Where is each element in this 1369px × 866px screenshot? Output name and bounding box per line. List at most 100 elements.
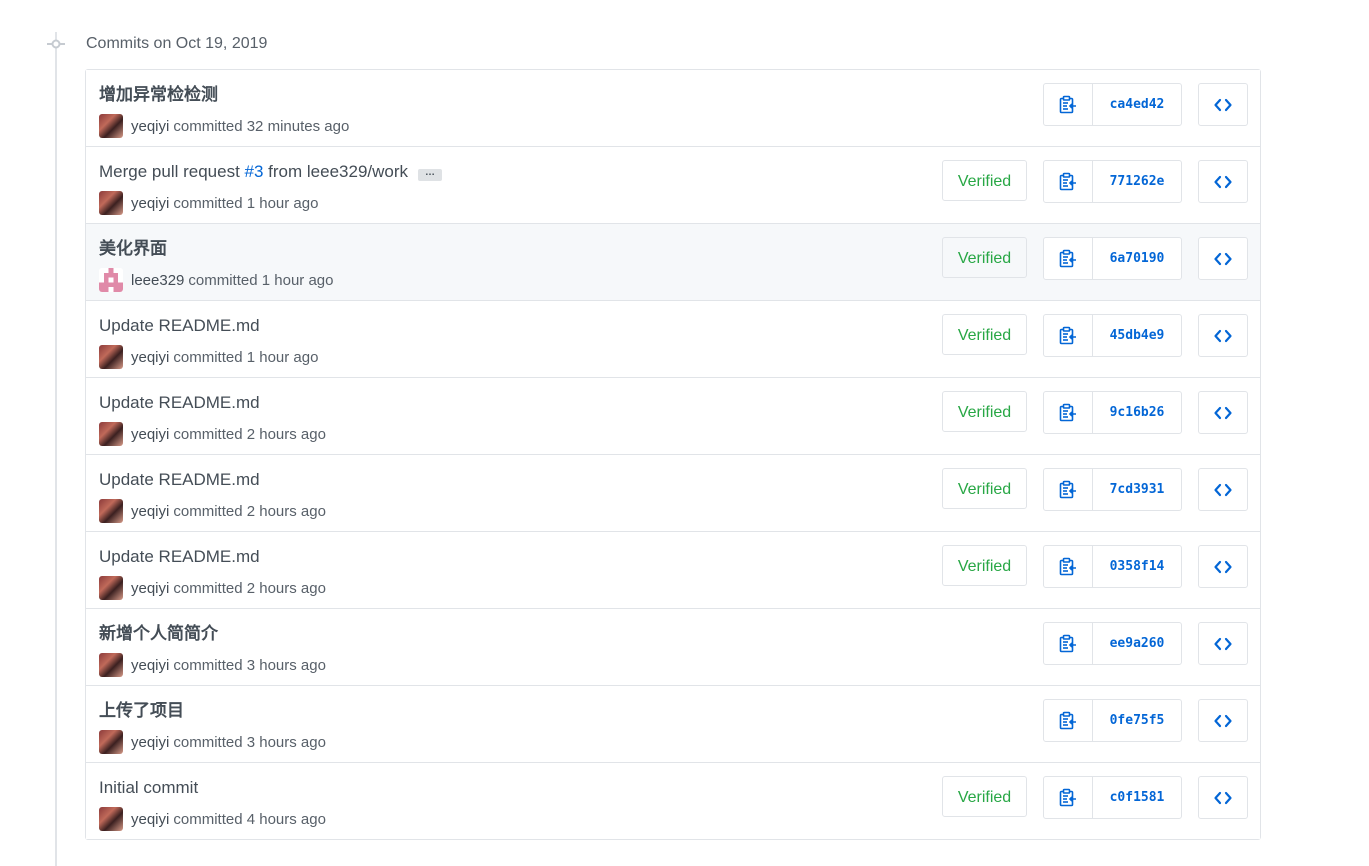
commit-message-link[interactable]: 美化界面: [99, 239, 167, 258]
commit-sha-link[interactable]: 9c16b26: [1093, 392, 1181, 433]
commit-row: Update README.md yeqiyi committed 2 hours …: [86, 377, 1260, 454]
avatar[interactable]: [99, 730, 123, 754]
committed-label: committed: [173, 348, 243, 366]
commit-time: 1 hour ago: [261, 271, 334, 289]
avatar[interactable]: [99, 268, 123, 292]
author-link[interactable]: yeqiyi: [131, 349, 169, 366]
commit-message-suffix[interactable]: from leee329/work: [263, 162, 408, 181]
verified-badge[interactable]: Verified: [942, 776, 1027, 817]
author-link[interactable]: yeqiyi: [131, 734, 169, 751]
browse-repo-button[interactable]: [1198, 545, 1248, 588]
avatar[interactable]: [99, 422, 123, 446]
browse-repo-button[interactable]: [1198, 160, 1248, 203]
commit-sha-link[interactable]: 7cd3931: [1093, 469, 1181, 510]
commit-message-link[interactable]: Update README.md: [99, 393, 260, 412]
commit-meta: yeqiyi committed 1 hour ago: [99, 191, 318, 215]
browse-repo-button[interactable]: [1198, 314, 1248, 357]
code-icon: [1214, 175, 1232, 189]
copy-sha-button[interactable]: [1044, 315, 1093, 356]
commit-sha-link[interactable]: c0f1581: [1093, 777, 1181, 818]
code-icon: [1214, 560, 1232, 574]
avatar[interactable]: [99, 191, 123, 215]
commit-row: 新增个人简简介 yeqiyi committed 3 hours ago ee9a26…: [86, 608, 1260, 685]
commit-message-link[interactable]: 新增个人简简介: [99, 624, 218, 643]
issue-link[interactable]: #3: [245, 162, 264, 181]
commit-meta: yeqiyi committed 4 hours ago: [99, 807, 326, 831]
author-link[interactable]: yeqiyi: [131, 426, 169, 443]
author-link[interactable]: yeqiyi: [131, 195, 169, 212]
commit-title: Merge pull request #3 from leee329/work …: [99, 161, 443, 183]
copy-sha-button[interactable]: [1044, 84, 1093, 125]
copy-sha-button[interactable]: [1044, 623, 1093, 664]
browse-repo-button[interactable]: [1198, 83, 1248, 126]
verified-badge[interactable]: Verified: [942, 468, 1027, 509]
commit-node-icon: [47, 39, 65, 49]
commit-message-link[interactable]: Update README.md: [99, 316, 260, 335]
commit-sha-link[interactable]: 45db4e9: [1093, 315, 1181, 356]
avatar[interactable]: [99, 807, 123, 831]
author-link[interactable]: yeqiyi: [131, 811, 169, 828]
commit-message-link[interactable]: Initial commit: [99, 778, 198, 797]
copy-sha-button[interactable]: [1044, 469, 1093, 510]
commit-row: 上传了项目 yeqiyi committed 3 hours ago 0fe75f5: [86, 685, 1260, 762]
browse-repo-button[interactable]: [1198, 237, 1248, 280]
committed-label: committed: [173, 117, 243, 135]
copy-sha-button[interactable]: [1044, 238, 1093, 279]
code-icon: [1214, 98, 1232, 112]
copy-sha-button[interactable]: [1044, 546, 1093, 587]
avatar[interactable]: [99, 114, 123, 138]
commit-sha-link[interactable]: 0fe75f5: [1093, 700, 1181, 741]
author-link[interactable]: yeqiyi: [131, 503, 169, 520]
commit-sha-link[interactable]: ca4ed42: [1093, 84, 1181, 125]
sha-button-group: ca4ed42: [1043, 83, 1182, 126]
commit-time: 3 hours ago: [246, 733, 326, 751]
clippy-icon: [1059, 480, 1077, 500]
copy-sha-button[interactable]: [1044, 161, 1093, 202]
author-link[interactable]: yeqiyi: [131, 580, 169, 597]
avatar[interactable]: [99, 345, 123, 369]
browse-repo-button[interactable]: [1198, 776, 1248, 819]
avatar[interactable]: [99, 653, 123, 677]
clippy-icon: [1059, 326, 1077, 346]
browse-repo-button[interactable]: [1198, 699, 1248, 742]
commit-time: 2 hours ago: [246, 425, 326, 443]
commit-title: 增加异常检检测: [99, 84, 218, 106]
browse-repo-button[interactable]: [1198, 391, 1248, 434]
commit-meta: yeqiyi committed 2 hours ago: [99, 499, 326, 523]
copy-sha-button[interactable]: [1044, 700, 1093, 741]
verified-badge[interactable]: Verified: [942, 391, 1027, 432]
author-link[interactable]: leee329: [131, 272, 184, 289]
copy-sha-button[interactable]: [1044, 392, 1093, 433]
commit-message-link[interactable]: 增加异常检检测: [99, 85, 218, 104]
author-link[interactable]: yeqiyi: [131, 657, 169, 674]
commit-title: Update README.md: [99, 469, 260, 491]
commit-sha-link[interactable]: 771262e: [1093, 161, 1181, 202]
verified-badge[interactable]: Verified: [942, 160, 1027, 201]
code-icon: [1214, 791, 1232, 805]
code-icon: [1214, 406, 1232, 420]
commit-message-prefix[interactable]: Merge pull request: [99, 162, 245, 181]
verified-badge[interactable]: Verified: [942, 237, 1027, 278]
commit-message-link[interactable]: Update README.md: [99, 547, 260, 566]
verified-badge[interactable]: Verified: [942, 545, 1027, 586]
commit-row: Update README.md yeqiyi committed 2 hours …: [86, 531, 1260, 608]
commit-title: Update README.md: [99, 546, 260, 568]
browse-repo-button[interactable]: [1198, 468, 1248, 511]
avatar[interactable]: [99, 576, 123, 600]
verified-badge[interactable]: Verified: [942, 314, 1027, 355]
commit-sha-link[interactable]: ee9a260: [1093, 623, 1181, 664]
avatar[interactable]: [99, 499, 123, 523]
expand-message-button[interactable]: …: [418, 168, 443, 181]
browse-repo-button[interactable]: [1198, 622, 1248, 665]
clippy-icon: [1059, 788, 1077, 808]
sha-button-group: 7cd3931: [1043, 468, 1182, 511]
copy-sha-button[interactable]: [1044, 777, 1093, 818]
commit-sha-link[interactable]: 6a70190: [1093, 238, 1181, 279]
author-link[interactable]: yeqiyi: [131, 118, 169, 135]
commit-message-link[interactable]: 上传了项目: [99, 701, 184, 720]
commit-row: 美化界面 leee329 committed 1 hour ago Verified 6…: [86, 223, 1260, 300]
commit-time: 2 hours ago: [246, 502, 326, 520]
committed-label: committed: [173, 656, 243, 674]
commit-sha-link[interactable]: 0358f14: [1093, 546, 1181, 587]
commit-message-link[interactable]: Update README.md: [99, 470, 260, 489]
